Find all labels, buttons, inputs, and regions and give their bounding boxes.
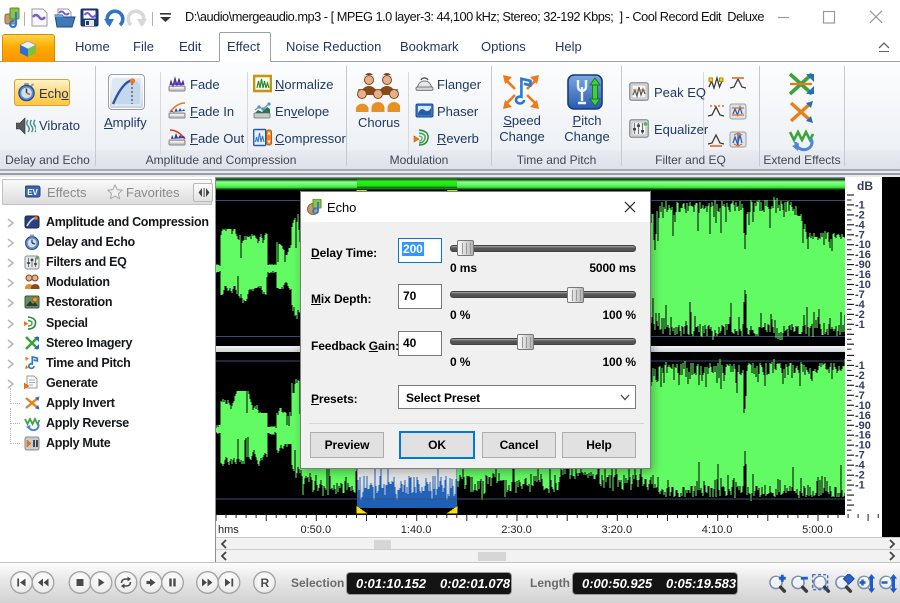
svg-text:1:40.0: 1:40.0 — [401, 524, 432, 536]
svg-text:dB: dB — [857, 179, 873, 193]
svg-text:R: R — [261, 576, 270, 590]
svg-text:0:50.0: 0:50.0 — [301, 524, 332, 536]
svg-text:hms: hms — [218, 524, 239, 536]
svg-text:EV: EV — [27, 188, 38, 197]
svg-text:2:30.0: 2:30.0 — [501, 524, 532, 536]
svg-text:5:00.0: 5:00.0 — [802, 524, 833, 536]
svg-text:4:10.0: 4:10.0 — [702, 524, 733, 536]
svg-text:-1: -1 — [855, 319, 865, 331]
svg-text:3:20.0: 3:20.0 — [602, 524, 633, 536]
svg-text:-1: -1 — [855, 480, 865, 492]
